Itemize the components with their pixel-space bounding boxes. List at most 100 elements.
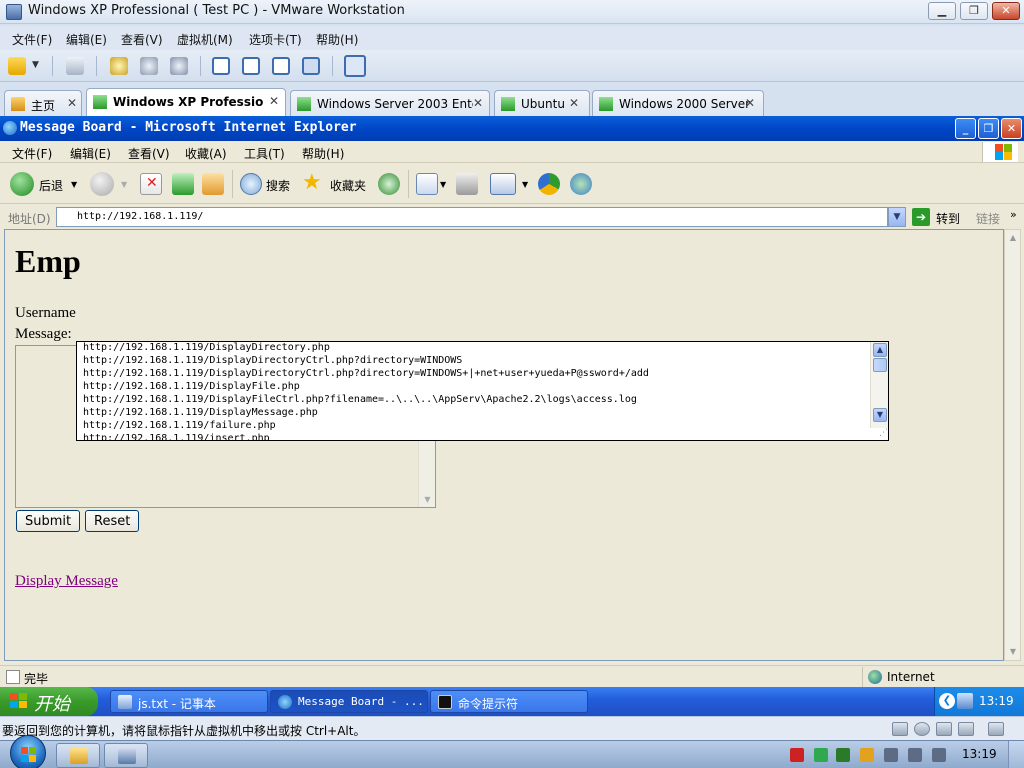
refresh-icon[interactable]	[172, 173, 194, 195]
fullscreen-icon[interactable]	[272, 57, 290, 75]
ie-menu-favorites[interactable]: 收藏(A)	[185, 145, 227, 162]
history-icon[interactable]	[378, 173, 400, 195]
ie-menu-view[interactable]: 查看(V)	[128, 145, 170, 162]
tab-windows-2000-server[interactable]: Windows 2000 Server ✕	[592, 90, 764, 116]
resize-grip-icon[interactable]: ⋰	[872, 428, 888, 440]
tray-app-icon[interactable]	[860, 748, 874, 762]
tray-app-icon[interactable]	[814, 748, 828, 762]
tab-ubuntu[interactable]: Ubuntu ✕	[494, 90, 590, 116]
autocomplete-item[interactable]: http://192.168.1.119/DisplayDirectoryCtr…	[83, 368, 649, 379]
submit-button[interactable]: Submit	[16, 510, 81, 532]
network-adapter-icon[interactable]	[936, 722, 952, 736]
menu-vm[interactable]: 虚拟机(M)	[177, 31, 233, 48]
search-icon[interactable]	[240, 173, 262, 195]
show-desktop-button[interactable]	[1008, 741, 1024, 768]
forward-arrow-icon[interactable]	[90, 172, 114, 196]
home-icon[interactable]	[202, 173, 224, 195]
tab-close-icon[interactable]: ✕	[473, 96, 483, 110]
host-task-explorer[interactable]	[56, 743, 100, 768]
go-button[interactable]: ➔ 转到	[912, 207, 968, 227]
windows-start-orb[interactable]	[10, 735, 46, 768]
menu-file[interactable]: 文件(F)	[12, 31, 52, 48]
task-message-board[interactable]: Message Board - ...	[270, 690, 428, 713]
network-icon[interactable]	[908, 748, 922, 762]
edit-icon[interactable]	[490, 173, 516, 195]
tray-app-icon[interactable]	[790, 748, 804, 762]
autocomplete-scrollbar[interactable]: ▲ ▼	[870, 342, 888, 428]
back-arrow-icon[interactable]	[10, 172, 34, 196]
tab-close-icon[interactable]: ✕	[745, 96, 755, 110]
ie-menu-help[interactable]: 帮助(H)	[302, 145, 344, 162]
scroll-down-icon[interactable]: ▼	[1006, 645, 1020, 659]
tab-close-icon[interactable]: ✕	[67, 96, 77, 110]
autocomplete-item[interactable]: http://192.168.1.119/insert.php	[83, 433, 270, 440]
menu-tabs[interactable]: 选项卡(T)	[249, 31, 302, 48]
console-view-icon[interactable]	[242, 57, 260, 75]
search-button-label[interactable]: 搜索	[266, 177, 290, 194]
chevron-down-icon[interactable]: ▼	[71, 180, 77, 189]
favorites-star-icon[interactable]: ★	[302, 170, 324, 195]
message-log-icon[interactable]	[988, 722, 1004, 736]
links-more-icon[interactable]: »	[1010, 208, 1017, 221]
favorites-button-label[interactable]: 收藏夹	[330, 177, 366, 194]
unity-icon[interactable]	[302, 57, 320, 75]
scroll-up-icon[interactable]: ▲	[1006, 231, 1020, 245]
ie-minimize-button[interactable]: _	[955, 118, 976, 139]
reset-button[interactable]: Reset	[85, 510, 140, 532]
menu-help[interactable]: 帮助(H)	[316, 31, 358, 48]
tray-app-icon[interactable]	[884, 748, 898, 762]
autocomplete-item[interactable]: http://192.168.1.119/failure.php	[83, 420, 276, 431]
menu-edit[interactable]: 编辑(E)	[66, 31, 107, 48]
ie-close-button[interactable]: ✕	[1001, 118, 1022, 139]
minimize-button[interactable]: ▁	[928, 2, 956, 20]
ie-menu-file[interactable]: 文件(F)	[12, 145, 52, 162]
autocomplete-item[interactable]: http://192.168.1.119/DisplayDirectoryCtr…	[83, 355, 462, 366]
chevron-down-icon[interactable]: ▼	[32, 60, 42, 78]
speaker-icon[interactable]	[932, 748, 946, 762]
autocomplete-item[interactable]: http://192.168.1.119/DisplayFile.php	[83, 381, 300, 392]
network-icon[interactable]	[957, 693, 973, 709]
address-dropdown-icon[interactable]: ▼	[888, 207, 906, 227]
host-task-vmware[interactable]	[104, 743, 148, 768]
sound-icon[interactable]	[958, 722, 974, 736]
start-button[interactable]: 开始	[0, 687, 98, 716]
pause-icon[interactable]	[8, 57, 26, 75]
autocomplete-item[interactable]: http://192.168.1.119/DisplayMessage.php	[83, 407, 318, 418]
restore-button[interactable]: ❐	[960, 2, 988, 20]
page-scrollbar[interactable]: ▲ ▼	[1004, 229, 1021, 661]
back-button-label[interactable]: 后退	[39, 177, 63, 194]
ie-menu-tools[interactable]: 工具(T)	[244, 145, 285, 162]
scroll-thumb[interactable]	[873, 358, 887, 372]
task-command-prompt[interactable]: 命令提示符	[430, 690, 588, 713]
messenger-icon[interactable]	[570, 173, 592, 195]
mail-icon[interactable]	[416, 173, 438, 195]
shield-icon[interactable]	[836, 748, 850, 762]
task-notepad[interactable]: js.txt - 记事本	[110, 690, 268, 713]
xp-clock[interactable]: 13:19	[979, 694, 1014, 708]
snapshot-manager-icon[interactable]	[170, 57, 188, 75]
address-input[interactable]: http://192.168.1.119/	[56, 207, 888, 227]
cd-rom-icon[interactable]	[914, 722, 930, 736]
tab-close-icon[interactable]: ✕	[569, 96, 579, 110]
scroll-up-icon[interactable]: ▲	[873, 343, 887, 357]
chevron-down-icon[interactable]: ▼	[440, 180, 446, 189]
tab-close-icon[interactable]: ✕	[269, 94, 279, 108]
snapshot-icon[interactable]	[110, 57, 128, 75]
scroll-down-icon[interactable]: ▼	[873, 408, 887, 422]
autocomplete-item[interactable]: http://192.168.1.119/DisplayDirectory.ph…	[83, 342, 330, 353]
stop-icon[interactable]: ✕	[140, 173, 162, 195]
hard-disk-icon[interactable]	[892, 722, 908, 736]
menu-view[interactable]: 查看(V)	[121, 31, 163, 48]
print-icon[interactable]	[456, 173, 478, 195]
research-icon[interactable]	[538, 173, 560, 195]
chevron-down-icon[interactable]: ▼	[522, 180, 528, 189]
tab-windows-xp[interactable]: Windows XP Professional... ✕	[86, 88, 286, 116]
close-button[interactable]: ✕	[992, 2, 1020, 20]
sidebar-view-icon[interactable]	[212, 57, 230, 75]
chevron-down-icon[interactable]: ▼	[121, 180, 127, 189]
ie-menu-edit[interactable]: 编辑(E)	[70, 145, 111, 162]
links-label[interactable]: 链接	[976, 210, 1000, 227]
ie-restore-button[interactable]: ❐	[978, 118, 999, 139]
tab-windows-server-2003[interactable]: Windows Server 2003 Enterpr... ✕	[290, 90, 490, 116]
revert-snapshot-icon[interactable]	[140, 57, 158, 75]
